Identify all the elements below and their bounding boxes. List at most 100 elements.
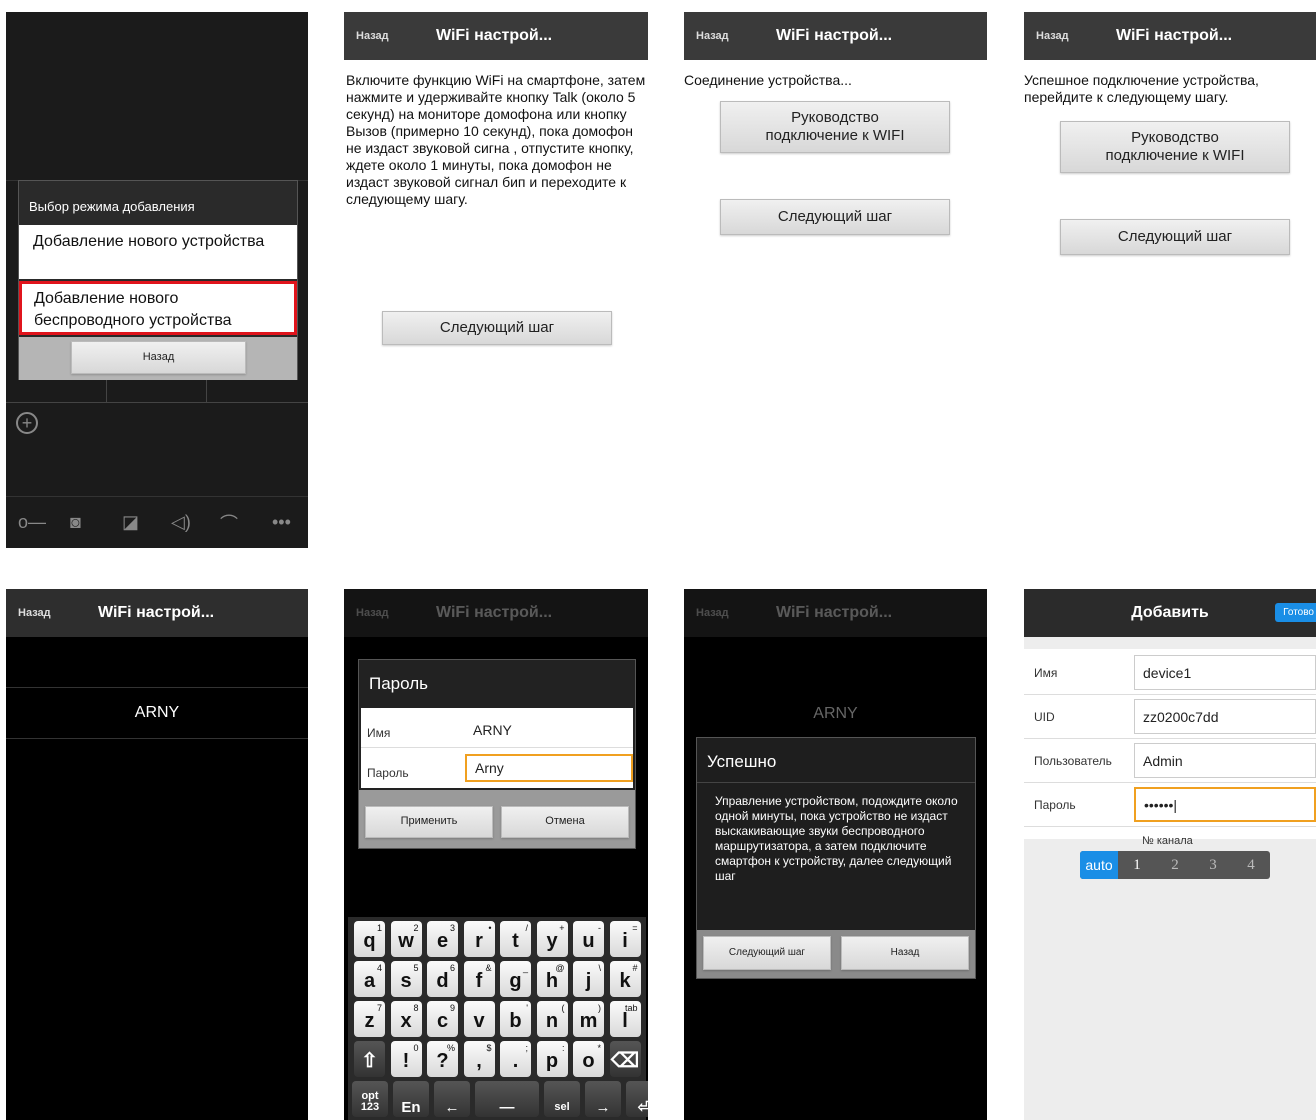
- key-label: ⌫: [610, 1050, 640, 1072]
- key-row5-4[interactable]: sel: [544, 1081, 580, 1117]
- back-button[interactable]: Назад: [696, 607, 729, 619]
- dialog-title: Пароль: [369, 674, 428, 693]
- key-row3-0[interactable]: z7: [354, 1001, 385, 1037]
- option-new-wireless-device[interactable]: Добавление нового беспроводного устройст…: [19, 281, 297, 335]
- key-label: x: [400, 1010, 412, 1032]
- key-row1-4[interactable]: t /: [500, 921, 531, 957]
- channel-3[interactable]: 3: [1194, 851, 1232, 879]
- password-row: Пароль ••••••|: [1024, 783, 1316, 827]
- key-label: p: [545, 1050, 559, 1072]
- back-button[interactable]: Назад: [356, 30, 389, 42]
- next-step-button[interactable]: Следующий шаг: [720, 199, 950, 235]
- key-sup-label: 4: [376, 963, 382, 973]
- camera-icon[interactable]: ◙: [70, 512, 81, 533]
- key-row2-4[interactable]: g _: [500, 961, 531, 997]
- key-row2-2[interactable]: d6: [427, 961, 458, 997]
- key-row3-4[interactable]: b ': [500, 1001, 531, 1037]
- key-row3-6[interactable]: m): [573, 1001, 604, 1037]
- key-row4-2[interactable]: ?%: [427, 1041, 458, 1077]
- success-dialog: Успешно Управление устройством, подождит…: [696, 737, 976, 979]
- key-label: En: [401, 1099, 421, 1116]
- key-row5-5[interactable]: →: [585, 1081, 621, 1117]
- key-row3-2[interactable]: c9: [427, 1001, 458, 1037]
- key-row5-3[interactable]: —: [475, 1081, 539, 1117]
- key-row2-1[interactable]: s5: [390, 961, 422, 997]
- uid-field[interactable]: zz0200c7dd: [1134, 699, 1316, 734]
- user-field[interactable]: Admin: [1134, 743, 1316, 778]
- key-sup-label: tab: [624, 1003, 638, 1013]
- key-row1-6[interactable]: u-: [573, 921, 604, 957]
- key-row4-4[interactable]: .;: [500, 1041, 531, 1077]
- channel-1[interactable]: 1: [1118, 851, 1156, 879]
- channel-selector: auto 1 2 3 4: [1080, 851, 1270, 879]
- key-sup-label: 0: [413, 1043, 419, 1053]
- key-sup-label: /: [525, 923, 528, 933]
- back-button[interactable]: Назад: [841, 936, 969, 970]
- key-row3-5[interactable]: n(: [536, 1001, 568, 1037]
- header: Назад WiFi настрой...: [344, 589, 648, 637]
- key-row5-1[interactable]: En: [393, 1081, 429, 1117]
- key-row5-6[interactable]: ⏎: [626, 1081, 648, 1117]
- key-row2-7[interactable]: k #: [609, 961, 641, 997]
- back-button[interactable]: Назад: [356, 607, 389, 619]
- wifi-guide-button[interactable]: Руководство подключение к WIFI: [1060, 121, 1290, 173]
- cancel-button[interactable]: Отмена: [501, 806, 629, 838]
- key-row3-1[interactable]: x8: [390, 1001, 422, 1037]
- key-row2-5[interactable]: h @: [536, 961, 568, 997]
- channel-2[interactable]: 2: [1156, 851, 1194, 879]
- field-label: Пользователь: [1034, 753, 1112, 768]
- next-step-button[interactable]: Следующий шаг: [703, 936, 831, 970]
- password-field[interactable]: ••••••|: [1134, 787, 1316, 822]
- back-button[interactable]: Назад: [18, 607, 51, 619]
- header-title: WiFi настрой...: [776, 604, 893, 621]
- more-icon[interactable]: •••: [272, 512, 291, 533]
- next-step-button[interactable]: Следующий шаг: [1060, 219, 1290, 255]
- key-icon[interactable]: o—: [18, 512, 46, 533]
- key-row2-0[interactable]: a4: [354, 961, 385, 997]
- add-icon[interactable]: +: [16, 412, 38, 434]
- password-field[interactable]: Arny: [465, 754, 633, 782]
- key-row3-3[interactable]: v: [463, 1001, 495, 1037]
- key-row4-3[interactable]: , $: [463, 1041, 495, 1077]
- key-label: z: [364, 1010, 375, 1032]
- status-text: Соединение устройства...: [684, 72, 852, 88]
- done-button[interactable]: Готово: [1275, 603, 1316, 622]
- password-dialog: Пароль Имя ARNY Пароль Arny Применить От…: [358, 659, 636, 849]
- key-row4-7[interactable]: ⌫: [609, 1041, 641, 1077]
- key-row5-2[interactable]: ←: [434, 1081, 470, 1117]
- key-row4-5[interactable]: p:: [536, 1041, 568, 1077]
- key-row1-3[interactable]: r •: [463, 921, 495, 957]
- channel-4[interactable]: 4: [1232, 851, 1270, 879]
- channel-auto[interactable]: auto: [1080, 851, 1118, 879]
- key-row2-6[interactable]: j \: [573, 961, 604, 997]
- header: Назад WiFi настрой...: [684, 12, 987, 60]
- wifi-guide-button[interactable]: Руководство подключение к WIFI: [720, 101, 950, 153]
- dialog-title: Выбор режима добавления: [29, 199, 195, 214]
- option-new-device[interactable]: Добавление нового устройства: [19, 225, 297, 279]
- network-item[interactable]: ARNY: [6, 687, 308, 739]
- key-row2-3[interactable]: f &: [463, 961, 495, 997]
- key-row3-7[interactable]: l tab: [609, 1001, 641, 1037]
- key-row5-0[interactable]: opt 123: [352, 1081, 388, 1117]
- name-field[interactable]: ARNY: [465, 714, 633, 744]
- key-row4-0[interactable]: ⇧: [354, 1041, 385, 1077]
- grid-line: [106, 380, 107, 402]
- back-button[interactable]: Назад: [71, 341, 246, 374]
- back-button[interactable]: Назад: [1036, 30, 1069, 42]
- key-row1-2[interactable]: e3: [427, 921, 458, 957]
- video-icon[interactable]: ◪: [122, 512, 139, 533]
- name-field[interactable]: device1: [1134, 655, 1316, 690]
- apply-button[interactable]: Применить: [365, 806, 493, 838]
- key-label: opt 123: [360, 1090, 380, 1113]
- next-step-button[interactable]: Следующий шаг: [382, 311, 612, 345]
- back-button[interactable]: Назад: [696, 30, 729, 42]
- key-row4-1[interactable]: ! 0: [390, 1041, 422, 1077]
- speaker-icon[interactable]: ◁): [171, 512, 191, 533]
- hangup-icon[interactable]: ⌒: [220, 510, 238, 536]
- key-row1-5[interactable]: y +: [536, 921, 568, 957]
- key-sup-label: 8: [413, 1003, 419, 1013]
- key-row1-0[interactable]: q1: [354, 921, 385, 957]
- key-row4-6[interactable]: o *: [573, 1041, 604, 1077]
- key-row1-1[interactable]: w2: [390, 921, 422, 957]
- key-row1-7[interactable]: i =: [609, 921, 641, 957]
